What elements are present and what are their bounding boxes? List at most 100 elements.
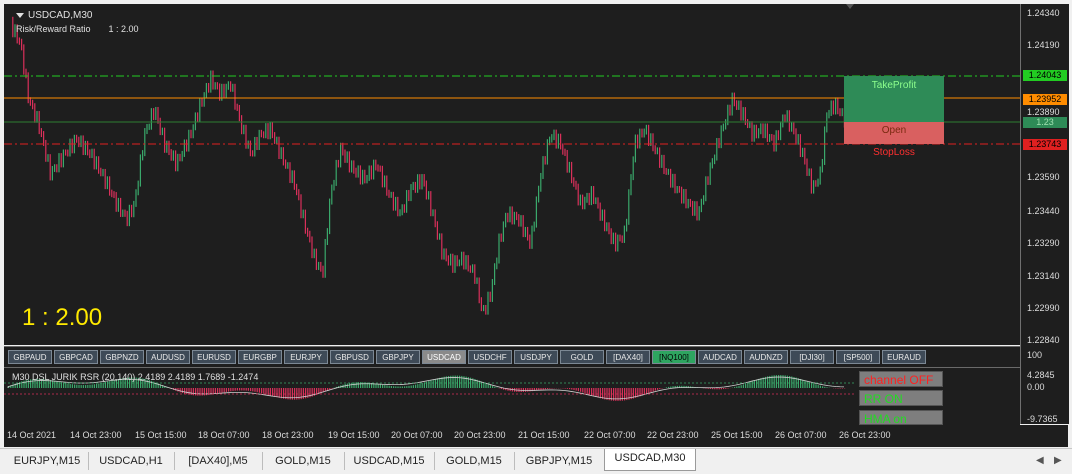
candle <box>490 292 491 302</box>
candle <box>311 236 312 258</box>
price-chart[interactable]: TakeProfitOpenStopLoss USDCAD,M30 Risk/R… <box>4 4 1020 345</box>
symbol-button-nq100[interactable]: [NQ100] <box>652 350 696 364</box>
symbol-button-eurgbp[interactable]: EURGBP <box>238 350 282 364</box>
candle <box>512 206 513 224</box>
candle <box>133 201 134 217</box>
candle <box>303 210 304 219</box>
histogram-bar <box>426 382 427 388</box>
candle <box>138 181 139 196</box>
chart-tab[interactable]: EURJPY,M15 <box>6 452 89 470</box>
candle <box>798 134 799 145</box>
symbol-button-gbpjpy[interactable]: GBPJPY <box>376 350 420 364</box>
symbol-button-gbpcad[interactable]: GBPCAD <box>54 350 98 364</box>
candle <box>683 189 684 204</box>
candle <box>98 156 99 173</box>
histogram-bar <box>215 388 216 394</box>
hma-toggle-button[interactable]: HMA on <box>859 410 943 425</box>
candle <box>206 83 207 98</box>
symbol-button-usdcad[interactable]: USDCAD <box>422 350 466 364</box>
candle <box>329 199 330 235</box>
histogram-bar <box>802 380 803 388</box>
histogram-bar <box>716 388 717 389</box>
candle <box>63 149 64 167</box>
symbol-button-gbpaud[interactable]: GBPAUD <box>8 350 52 364</box>
symbol-button-dji30[interactable]: [DJI30] <box>790 350 834 364</box>
rr-toggle-button[interactable]: RR ON <box>859 390 943 406</box>
candle <box>663 155 664 174</box>
candle <box>305 210 306 234</box>
candle <box>80 135 81 147</box>
rr-info: Risk/Reward Ratio1 : 2.00 <box>16 24 139 34</box>
tab-scroll-right-icon[interactable]: ▶ <box>1054 455 1062 466</box>
histogram-bar <box>648 388 649 393</box>
histogram-bar <box>87 385 88 388</box>
histogram-bar <box>547 388 548 389</box>
candle <box>58 153 59 172</box>
candle <box>784 114 785 122</box>
symbol-button-eurjpy[interactable]: EURJPY <box>284 350 328 364</box>
candle <box>494 263 495 285</box>
symbol-button-euraud[interactable]: EURAUD <box>882 350 926 364</box>
symbol-button-usdjpy[interactable]: USDJPY <box>514 350 558 364</box>
candle <box>580 195 581 206</box>
chart-tab[interactable]: USDCAD,H1 <box>88 452 175 470</box>
indicator-panel[interactable]: M30 DSL JURIK RSR (20,140) 2.4189 2.4189… <box>4 367 1020 426</box>
symbol-button-sp500[interactable]: [SP500] <box>836 350 880 364</box>
candle <box>562 143 563 154</box>
histogram-bar <box>584 388 585 393</box>
histogram-bar <box>92 385 93 388</box>
candle <box>470 265 471 272</box>
chart-tab[interactable]: USDCAD,M15 <box>344 452 435 470</box>
symbol-button-dax40[interactable]: [DAX40] <box>606 350 650 364</box>
chart-tab[interactable]: GOLD,M15 <box>262 452 345 470</box>
symbol-button-gold[interactable]: GOLD <box>560 350 604 364</box>
histogram-bar <box>758 379 759 388</box>
histogram-bar <box>415 385 416 388</box>
histogram-bar <box>270 388 271 396</box>
candle <box>151 108 152 130</box>
channel-toggle-button[interactable]: channel OFF <box>859 371 943 387</box>
chart-tab[interactable]: USDCAD,M30 <box>604 449 696 471</box>
candle <box>72 139 73 154</box>
candle <box>402 204 403 215</box>
symbol-button-audusd[interactable]: AUDUSD <box>146 350 190 364</box>
candle <box>283 147 284 165</box>
chart-tab[interactable]: [DAX40],M5 <box>174 452 263 470</box>
candle <box>107 176 108 189</box>
histogram-bar <box>96 384 97 388</box>
histogram-bar <box>811 383 812 388</box>
symbol-button-eurusd[interactable]: EURUSD <box>192 350 236 364</box>
symbol-button-gbpnzd[interactable]: GBPNZD <box>100 350 144 364</box>
candle <box>448 255 449 265</box>
chart-tab[interactable]: GBPJPY,M15 <box>514 452 605 470</box>
candle <box>476 277 477 283</box>
candle <box>765 123 766 138</box>
symbol-button-audnzd[interactable]: AUDNZD <box>744 350 788 364</box>
histogram-bar <box>485 383 486 388</box>
candle <box>718 138 719 148</box>
candle <box>243 125 244 134</box>
rr-info-label: Risk/Reward Ratio <box>16 24 91 34</box>
candle <box>267 123 268 139</box>
histogram-bar <box>362 382 363 388</box>
symbol-button-gbpusd[interactable]: GBPUSD <box>330 350 374 364</box>
chart-tab[interactable]: GOLD,M15 <box>434 452 515 470</box>
symbol-button-usdchf[interactable]: USDCHF <box>468 350 512 364</box>
candle <box>536 196 537 227</box>
histogram-bar <box>747 383 748 388</box>
histogram-bar <box>219 388 220 393</box>
candle <box>362 170 363 185</box>
price-axis[interactable]: 1.24340 1.24190 1.23890 1.23590 1.23440 … <box>1020 4 1069 424</box>
candle <box>443 248 444 259</box>
candle <box>639 129 640 149</box>
candle <box>366 175 367 183</box>
symbol-button-audcad[interactable]: AUDCAD <box>698 350 742 364</box>
candle <box>509 206 510 222</box>
scroll-marker-icon[interactable] <box>846 4 854 9</box>
candle <box>723 124 724 132</box>
candle <box>446 248 447 261</box>
candle <box>756 125 757 139</box>
candle <box>232 84 233 92</box>
dropdown-triangle-icon[interactable] <box>16 13 24 18</box>
tab-scroll-left-icon[interactable]: ◀ <box>1036 455 1044 466</box>
